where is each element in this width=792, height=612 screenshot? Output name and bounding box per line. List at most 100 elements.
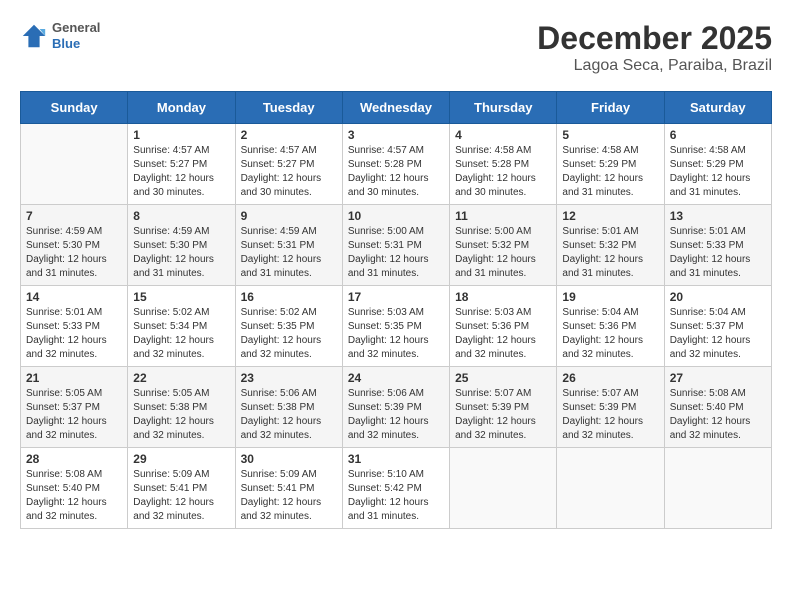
day-number: 30: [241, 452, 337, 466]
day-info: Sunrise: 5:09 AMSunset: 5:41 PMDaylight:…: [241, 468, 337, 524]
day-number: 19: [562, 290, 658, 304]
day-number: 4: [455, 128, 551, 142]
day-info: Sunrise: 5:06 AMSunset: 5:39 PMDaylight:…: [348, 387, 444, 443]
calendar-cell: [557, 448, 664, 529]
day-number: 12: [562, 209, 658, 223]
calendar-cell: [21, 124, 128, 205]
day-info: Sunrise: 5:07 AMSunset: 5:39 PMDaylight:…: [455, 387, 551, 443]
day-info: Sunrise: 4:59 AMSunset: 5:30 PMDaylight:…: [133, 225, 229, 281]
day-number: 29: [133, 452, 229, 466]
day-info: Sunrise: 5:03 AMSunset: 5:36 PMDaylight:…: [455, 306, 551, 362]
day-number: 27: [670, 371, 766, 385]
calendar-week-1: 1 Sunrise: 4:57 AMSunset: 5:27 PMDaylight…: [21, 124, 772, 205]
day-info: Sunrise: 5:00 AMSunset: 5:31 PMDaylight:…: [348, 225, 444, 281]
calendar-cell: 14 Sunrise: 5:01 AMSunset: 5:33 PMDayligh…: [21, 286, 128, 367]
calendar-cell: 26 Sunrise: 5:07 AMSunset: 5:39 PMDayligh…: [557, 367, 664, 448]
day-info: Sunrise: 4:58 AMSunset: 5:29 PMDaylight:…: [670, 144, 766, 200]
logo-icon: [20, 22, 48, 50]
weekday-header-wednesday: Wednesday: [342, 92, 449, 124]
calendar-cell: 15Sunrise: 5:02 AMSunset: 5:34 PMDayligh…: [128, 286, 235, 367]
calendar-cell: 1 Sunrise: 4:57 AMSunset: 5:27 PMDaylight…: [128, 124, 235, 205]
weekday-header-saturday: Saturday: [664, 92, 771, 124]
day-number: 24: [348, 371, 444, 385]
calendar-cell: [664, 448, 771, 529]
day-number: 23: [241, 371, 337, 385]
calendar-table: SundayMondayTuesdayWednesdayThursdayFrid…: [20, 91, 772, 529]
day-info: Sunrise: 5:01 AMSunset: 5:33 PMDaylight:…: [26, 306, 122, 362]
day-info: Sunrise: 4:59 AMSunset: 5:31 PMDaylight:…: [241, 225, 337, 281]
calendar-cell: 8Sunrise: 4:59 AMSunset: 5:30 PMDaylight…: [128, 205, 235, 286]
day-number: 11: [455, 209, 551, 223]
day-info: Sunrise: 5:06 AMSunset: 5:38 PMDaylight:…: [241, 387, 337, 443]
calendar-week-3: 14 Sunrise: 5:01 AMSunset: 5:33 PMDayligh…: [21, 286, 772, 367]
day-info: Sunrise: 5:07 AMSunset: 5:39 PMDaylight:…: [562, 387, 658, 443]
calendar-cell: 31Sunrise: 5:10 AMSunset: 5:42 PMDayligh…: [342, 448, 449, 529]
day-info: Sunrise: 4:57 AMSunset: 5:27 PMDaylight:…: [133, 144, 229, 200]
calendar-cell: 9 Sunrise: 4:59 AMSunset: 5:31 PMDaylight…: [235, 205, 342, 286]
calendar-cell: 22 Sunrise: 5:05 AMSunset: 5:38 PMDayligh…: [128, 367, 235, 448]
logo-text: General Blue: [52, 20, 100, 51]
day-info: Sunrise: 5:04 AMSunset: 5:37 PMDaylight:…: [670, 306, 766, 362]
calendar-cell: 30 Sunrise: 5:09 AMSunset: 5:41 PMDayligh…: [235, 448, 342, 529]
day-info: Sunrise: 5:01 AMSunset: 5:33 PMDaylight:…: [670, 225, 766, 281]
day-info: Sunrise: 5:02 AMSunset: 5:35 PMDaylight:…: [241, 306, 337, 362]
calendar-cell: 18 Sunrise: 5:03 AMSunset: 5:36 PMDayligh…: [450, 286, 557, 367]
day-info: Sunrise: 5:04 AMSunset: 5:36 PMDaylight:…: [562, 306, 658, 362]
calendar-cell: 6 Sunrise: 4:58 AMSunset: 5:29 PMDaylight…: [664, 124, 771, 205]
day-number: 14: [26, 290, 122, 304]
calendar-cell: 10 Sunrise: 5:00 AMSunset: 5:31 PMDayligh…: [342, 205, 449, 286]
day-number: 13: [670, 209, 766, 223]
calendar-cell: 7Sunrise: 4:59 AMSunset: 5:30 PMDaylight…: [21, 205, 128, 286]
calendar-subtitle: Lagoa Seca, Paraiba, Brazil: [537, 57, 772, 75]
day-number: 25: [455, 371, 551, 385]
calendar-cell: 13 Sunrise: 5:01 AMSunset: 5:33 PMDayligh…: [664, 205, 771, 286]
calendar-cell: 16 Sunrise: 5:02 AMSunset: 5:35 PMDayligh…: [235, 286, 342, 367]
day-number: 22: [133, 371, 229, 385]
day-info: Sunrise: 5:09 AMSunset: 5:41 PMDaylight:…: [133, 468, 229, 524]
day-number: 28: [26, 452, 122, 466]
calendar-cell: 2Sunrise: 4:57 AMSunset: 5:27 PMDaylight…: [235, 124, 342, 205]
logo: General Blue: [20, 20, 100, 51]
calendar-cell: 17 Sunrise: 5:03 AMSunset: 5:35 PMDayligh…: [342, 286, 449, 367]
weekday-header-friday: Friday: [557, 92, 664, 124]
day-info: Sunrise: 5:08 AMSunset: 5:40 PMDaylight:…: [670, 387, 766, 443]
weekday-header-thursday: Thursday: [450, 92, 557, 124]
day-info: Sunrise: 4:58 AMSunset: 5:29 PMDaylight:…: [562, 144, 658, 200]
calendar-cell: [450, 448, 557, 529]
calendar-cell: 12 Sunrise: 5:01 AMSunset: 5:32 PMDayligh…: [557, 205, 664, 286]
day-info: Sunrise: 5:00 AMSunset: 5:32 PMDaylight:…: [455, 225, 551, 281]
calendar-cell: 27 Sunrise: 5:08 AMSunset: 5:40 PMDayligh…: [664, 367, 771, 448]
day-info: Sunrise: 5:01 AMSunset: 5:32 PMDaylight:…: [562, 225, 658, 281]
day-number: 17: [348, 290, 444, 304]
day-number: 3: [348, 128, 444, 142]
day-number: 10: [348, 209, 444, 223]
calendar-cell: 21 Sunrise: 5:05 AMSunset: 5:37 PMDayligh…: [21, 367, 128, 448]
calendar-cell: 24 Sunrise: 5:06 AMSunset: 5:39 PMDayligh…: [342, 367, 449, 448]
day-number: 5: [562, 128, 658, 142]
day-info: Sunrise: 4:58 AMSunset: 5:28 PMDaylight:…: [455, 144, 551, 200]
calendar-cell: 29 Sunrise: 5:09 AMSunset: 5:41 PMDayligh…: [128, 448, 235, 529]
logo-general: General: [52, 20, 100, 36]
calendar-title: December 2025: [537, 20, 772, 57]
calendar-cell: 23 Sunrise: 5:06 AMSunset: 5:38 PMDayligh…: [235, 367, 342, 448]
weekday-header-monday: Monday: [128, 92, 235, 124]
weekday-header-tuesday: Tuesday: [235, 92, 342, 124]
day-info: Sunrise: 5:03 AMSunset: 5:35 PMDaylight:…: [348, 306, 444, 362]
day-info: Sunrise: 5:05 AMSunset: 5:37 PMDaylight:…: [26, 387, 122, 443]
day-number: 26: [562, 371, 658, 385]
calendar-cell: 19 Sunrise: 5:04 AMSunset: 5:36 PMDayligh…: [557, 286, 664, 367]
day-number: 21: [26, 371, 122, 385]
calendar-cell: 20 Sunrise: 5:04 AMSunset: 5:37 PMDayligh…: [664, 286, 771, 367]
day-number: 9: [241, 209, 337, 223]
day-number: 2: [241, 128, 337, 142]
calendar-cell: 4 Sunrise: 4:58 AMSunset: 5:28 PMDaylight…: [450, 124, 557, 205]
day-number: 18: [455, 290, 551, 304]
title-section: December 2025 Lagoa Seca, Paraiba, Brazi…: [537, 20, 772, 75]
day-info: Sunrise: 5:05 AMSunset: 5:38 PMDaylight:…: [133, 387, 229, 443]
logo-blue: Blue: [52, 36, 100, 52]
day-number: 16: [241, 290, 337, 304]
weekday-header-sunday: Sunday: [21, 92, 128, 124]
day-number: 1: [133, 128, 229, 142]
day-number: 6: [670, 128, 766, 142]
day-number: 20: [670, 290, 766, 304]
